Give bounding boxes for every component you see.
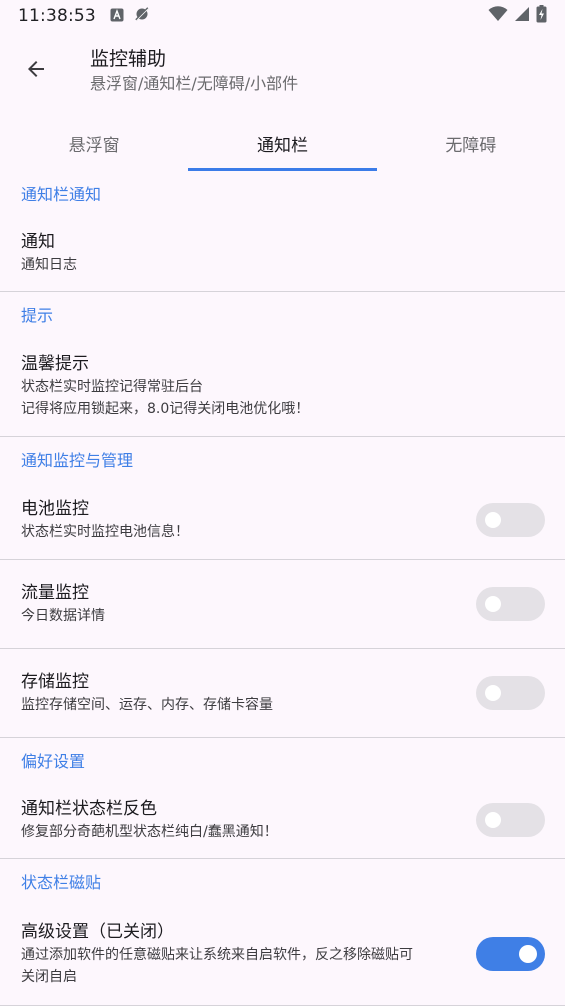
tab-floating-window[interactable]: 悬浮窗 <box>0 115 188 171</box>
invert-color-switch[interactable] <box>476 803 545 837</box>
item-summary: 状态栏实时监控电池信息！ <box>21 524 189 540</box>
battery-charging-icon <box>536 5 547 27</box>
section-header-notification: 通知栏通知 <box>21 185 102 204</box>
advanced-settings-switch[interactable] <box>476 937 545 971</box>
tips-item[interactable]: 温馨提示 状态栏实时监控记得常驻后台 记得将应用锁起来，8.0记得关闭电池优化哦… <box>0 336 565 436</box>
section-header-preference: 偏好设置 <box>21 752 86 771</box>
back-button[interactable] <box>8 43 64 99</box>
item-title: 温馨提示 <box>21 354 89 374</box>
storage-monitor-item[interactable]: 存储监控 监控存储空间、运存、内存、存储卡容量 <box>0 649 565 737</box>
item-title: 通知 <box>21 232 55 252</box>
wifi-icon <box>488 6 508 26</box>
status-time: 11:38:53 <box>18 6 96 26</box>
item-summary: 监控存储空间、运存、内存、存储卡容量 <box>21 697 273 713</box>
app-notification-icon <box>110 7 124 26</box>
arrow-back-icon <box>24 57 48 85</box>
item-summary: 通知日志 <box>21 257 77 273</box>
do-not-disturb-icon <box>134 6 150 26</box>
item-summary: 今日数据详情 <box>21 608 105 624</box>
app-bar: 监控辅助 悬浮窗/通知栏/无障碍/小部件 <box>0 32 565 110</box>
item-summary: 通过添加软件的任意磁贴来让系统来自启软件，反之移除磁贴可 <box>21 947 413 963</box>
page-title: 监控辅助 <box>90 48 167 70</box>
traffic-monitor-switch[interactable] <box>476 587 545 621</box>
preference-list: 通知栏通知 通知 通知日志 提示 温馨提示 状态栏实时监控记得常驻后台 记得将应… <box>0 171 565 1006</box>
battery-monitor-switch[interactable] <box>476 503 545 537</box>
item-title: 电池监控 <box>21 499 89 519</box>
item-summary: 状态栏实时监控记得常驻后台 <box>21 379 203 395</box>
signal-icon <box>514 6 530 26</box>
item-summary: 关闭自启 <box>21 969 77 985</box>
status-bar: 11:38:53 <box>0 0 565 32</box>
tab-notification-bar[interactable]: 通知栏 <box>188 115 377 171</box>
battery-monitor-item[interactable]: 电池监控 状态栏实时监控电池信息！ <box>0 481 565 559</box>
traffic-monitor-item[interactable]: 流量监控 今日数据详情 <box>0 560 565 648</box>
section-header-monitor: 通知监控与管理 <box>21 451 134 470</box>
section-header-tips: 提示 <box>21 306 54 325</box>
item-title: 流量监控 <box>21 583 89 603</box>
section-header-tiles: 状态栏磁贴 <box>21 873 102 892</box>
invert-color-item[interactable]: 通知栏状态栏反色 修复部分奇葩机型状态栏纯白/蠢黑通知！ <box>0 782 565 858</box>
tab-bar: 悬浮窗 通知栏 无障碍 <box>0 115 565 171</box>
page-subtitle: 悬浮窗/通知栏/无障碍/小部件 <box>90 74 299 93</box>
item-title: 存储监控 <box>21 672 89 692</box>
item-summary: 修复部分奇葩机型状态栏纯白/蠢黑通知！ <box>21 824 278 840</box>
storage-monitor-switch[interactable] <box>476 676 545 710</box>
item-summary: 记得将应用锁起来，8.0记得关闭电池优化哦！ <box>21 401 310 417</box>
item-title: 通知栏状态栏反色 <box>21 799 157 819</box>
item-title: 高级设置（已关闭） <box>21 922 174 942</box>
advanced-settings-item[interactable]: 高级设置（已关闭） 通过添加软件的任意磁贴来让系统来自启软件，反之移除磁贴可 关… <box>0 903 565 1005</box>
tab-accessibility[interactable]: 无障碍 <box>377 115 565 171</box>
notification-log-item[interactable]: 通知 通知日志 <box>0 215 565 291</box>
